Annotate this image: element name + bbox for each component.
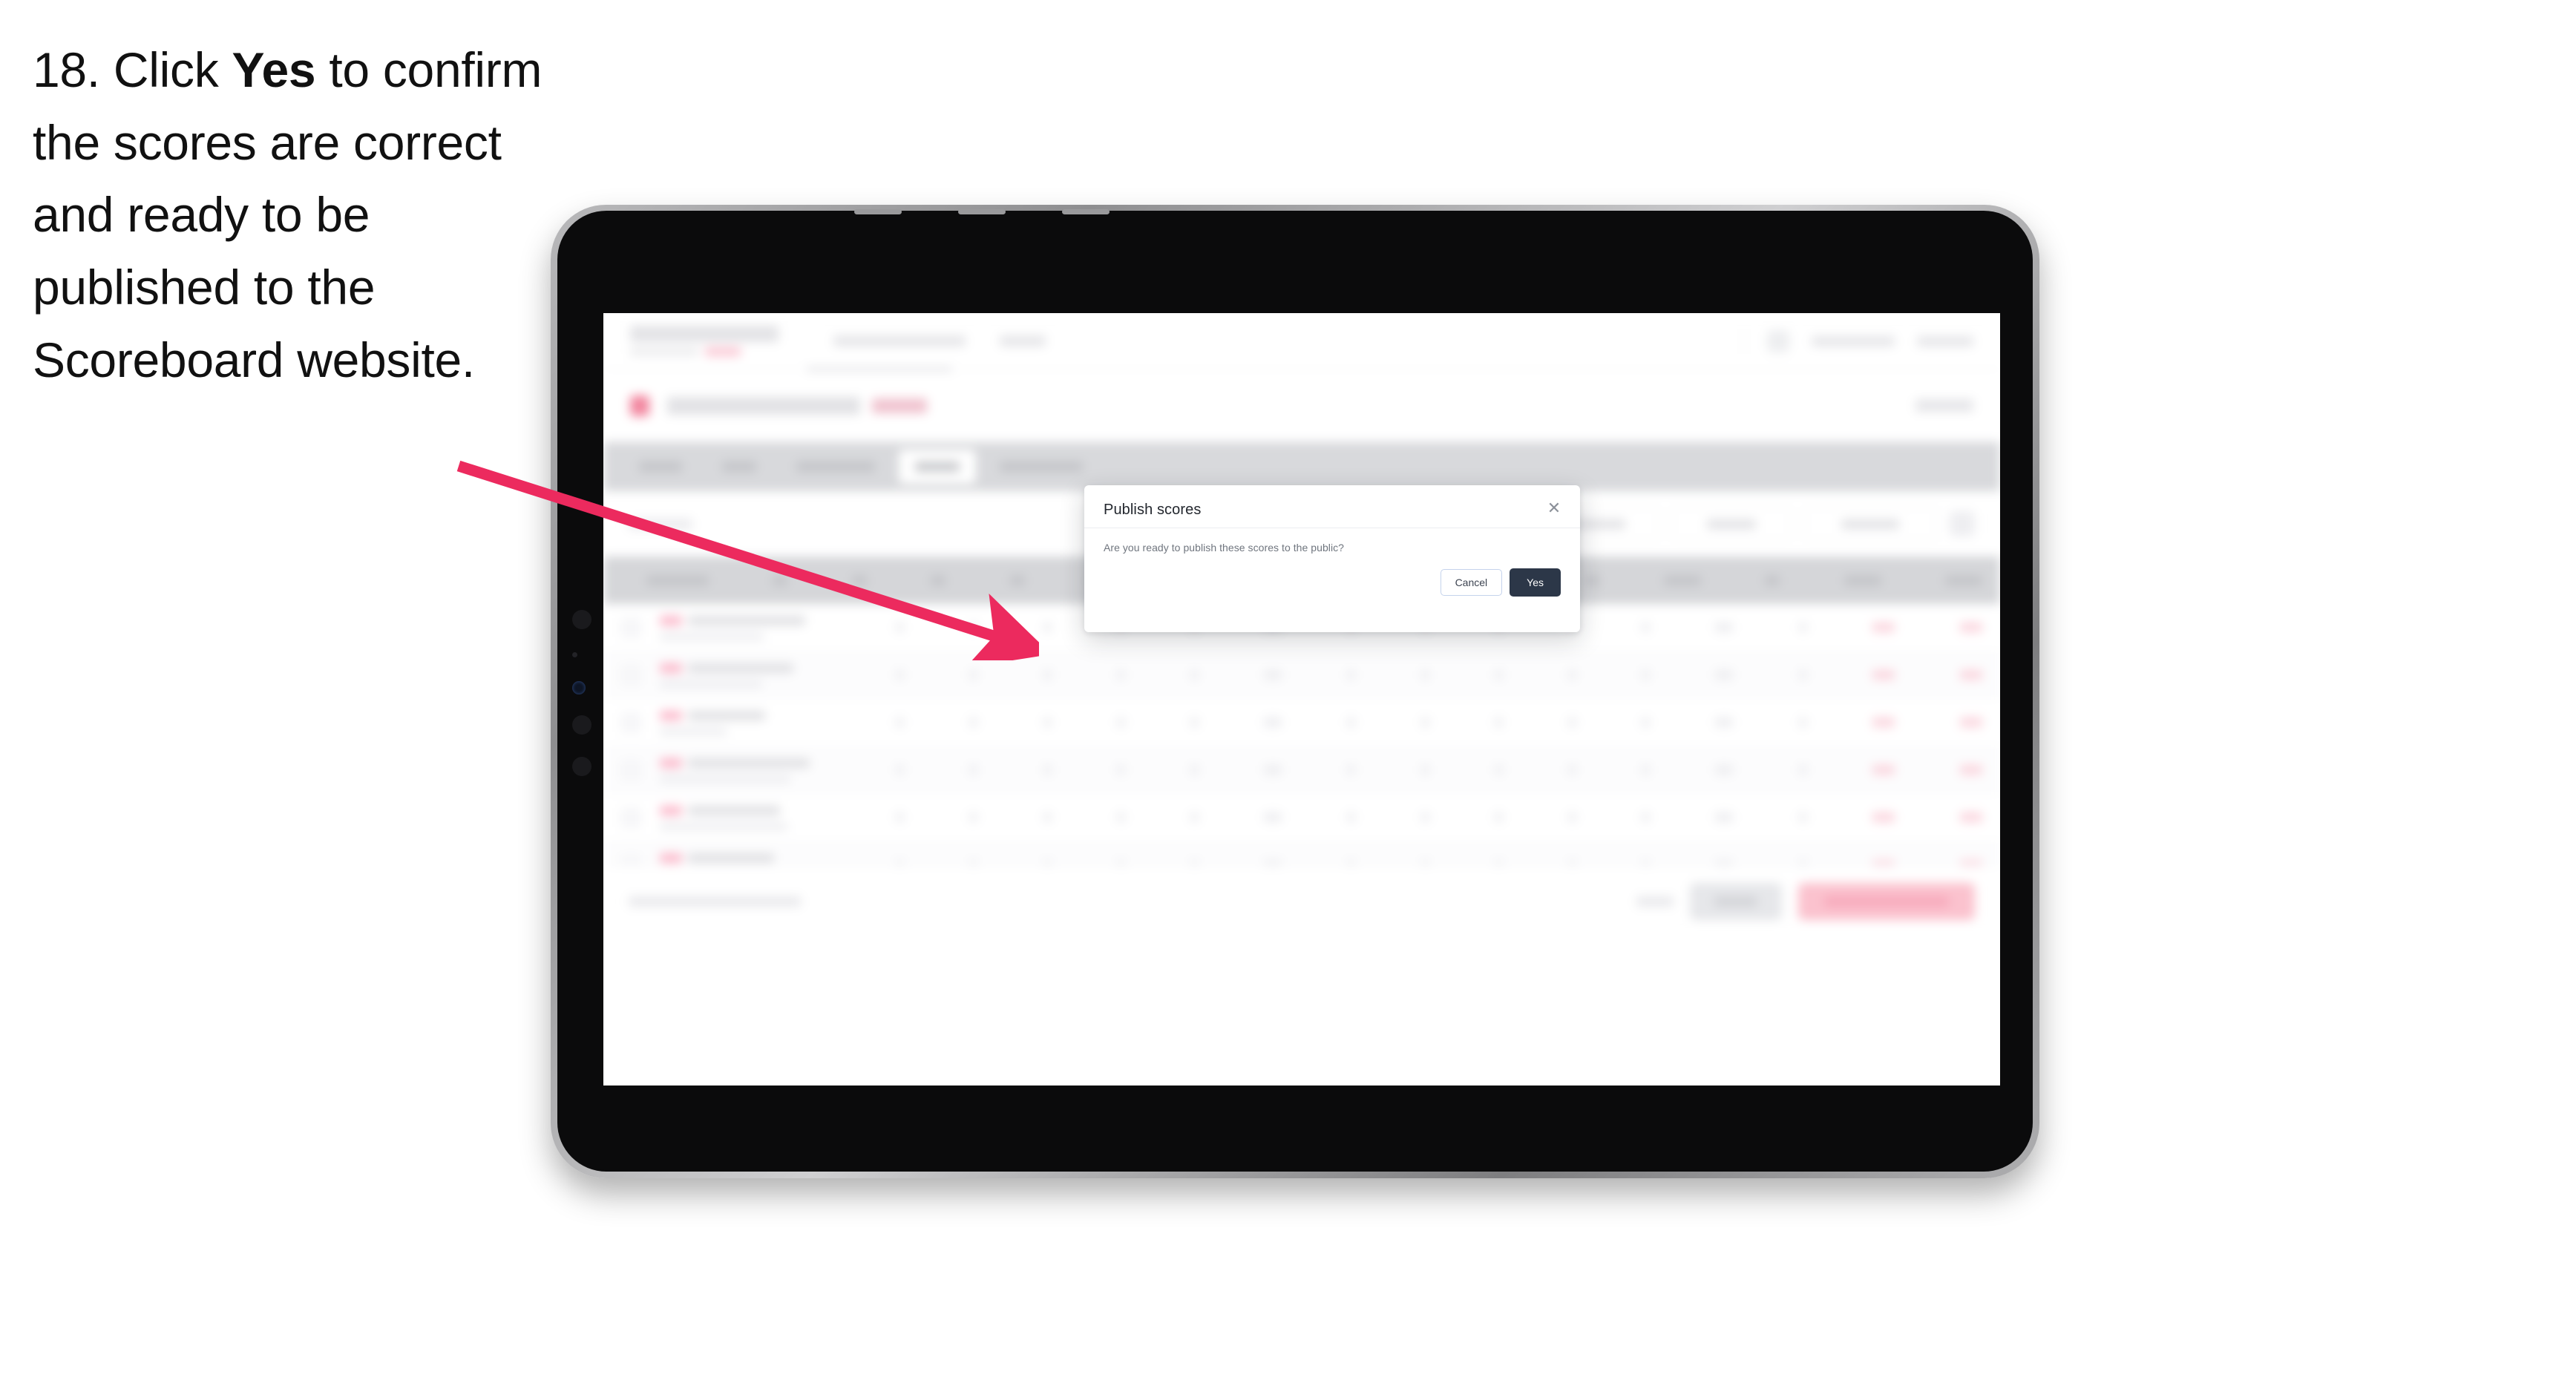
device-lens-icon (572, 681, 586, 694)
instruction-before-bold: Click (113, 42, 232, 97)
instruction-text: 18. Click Yes to confirm the scores are … (33, 34, 574, 396)
modal-overlay: Publish scores ✕ Are you ready to publis… (603, 313, 2000, 1086)
tablet-device: Publish scores ✕ Are you ready to publis… (551, 205, 2039, 1178)
device-sensor-icon (572, 652, 577, 657)
dialog-message: Are you ready to publish these scores to… (1104, 542, 1345, 554)
close-x-icon[interactable]: ✕ (1544, 499, 1564, 518)
dialog-body: Are you ready to publish these scores to… (1084, 528, 1580, 554)
dialog-footer: Cancel Yes (1084, 554, 1580, 597)
device-speaker-icon (572, 715, 591, 735)
device-speaker-icon (572, 757, 591, 776)
tablet-screen: Publish scores ✕ Are you ready to publis… (603, 313, 2000, 1086)
cancel-button[interactable]: Cancel (1440, 569, 1503, 597)
dialog-header: Publish scores ✕ (1084, 485, 1580, 528)
device-bezel: Publish scores ✕ Are you ready to publis… (557, 209, 2033, 1172)
device-antenna-slot (854, 209, 902, 214)
instruction-step-number: 18. (33, 42, 100, 97)
publish-scores-dialog: Publish scores ✕ Are you ready to publis… (1084, 485, 1580, 632)
instruction-bold-word: Yes (232, 42, 316, 97)
device-camera-icon (572, 610, 591, 629)
device-antenna-slot (958, 209, 1006, 214)
yes-button[interactable]: Yes (1510, 568, 1561, 597)
dialog-title: Publish scores (1104, 502, 1202, 518)
device-antenna-slot (1062, 209, 1110, 214)
